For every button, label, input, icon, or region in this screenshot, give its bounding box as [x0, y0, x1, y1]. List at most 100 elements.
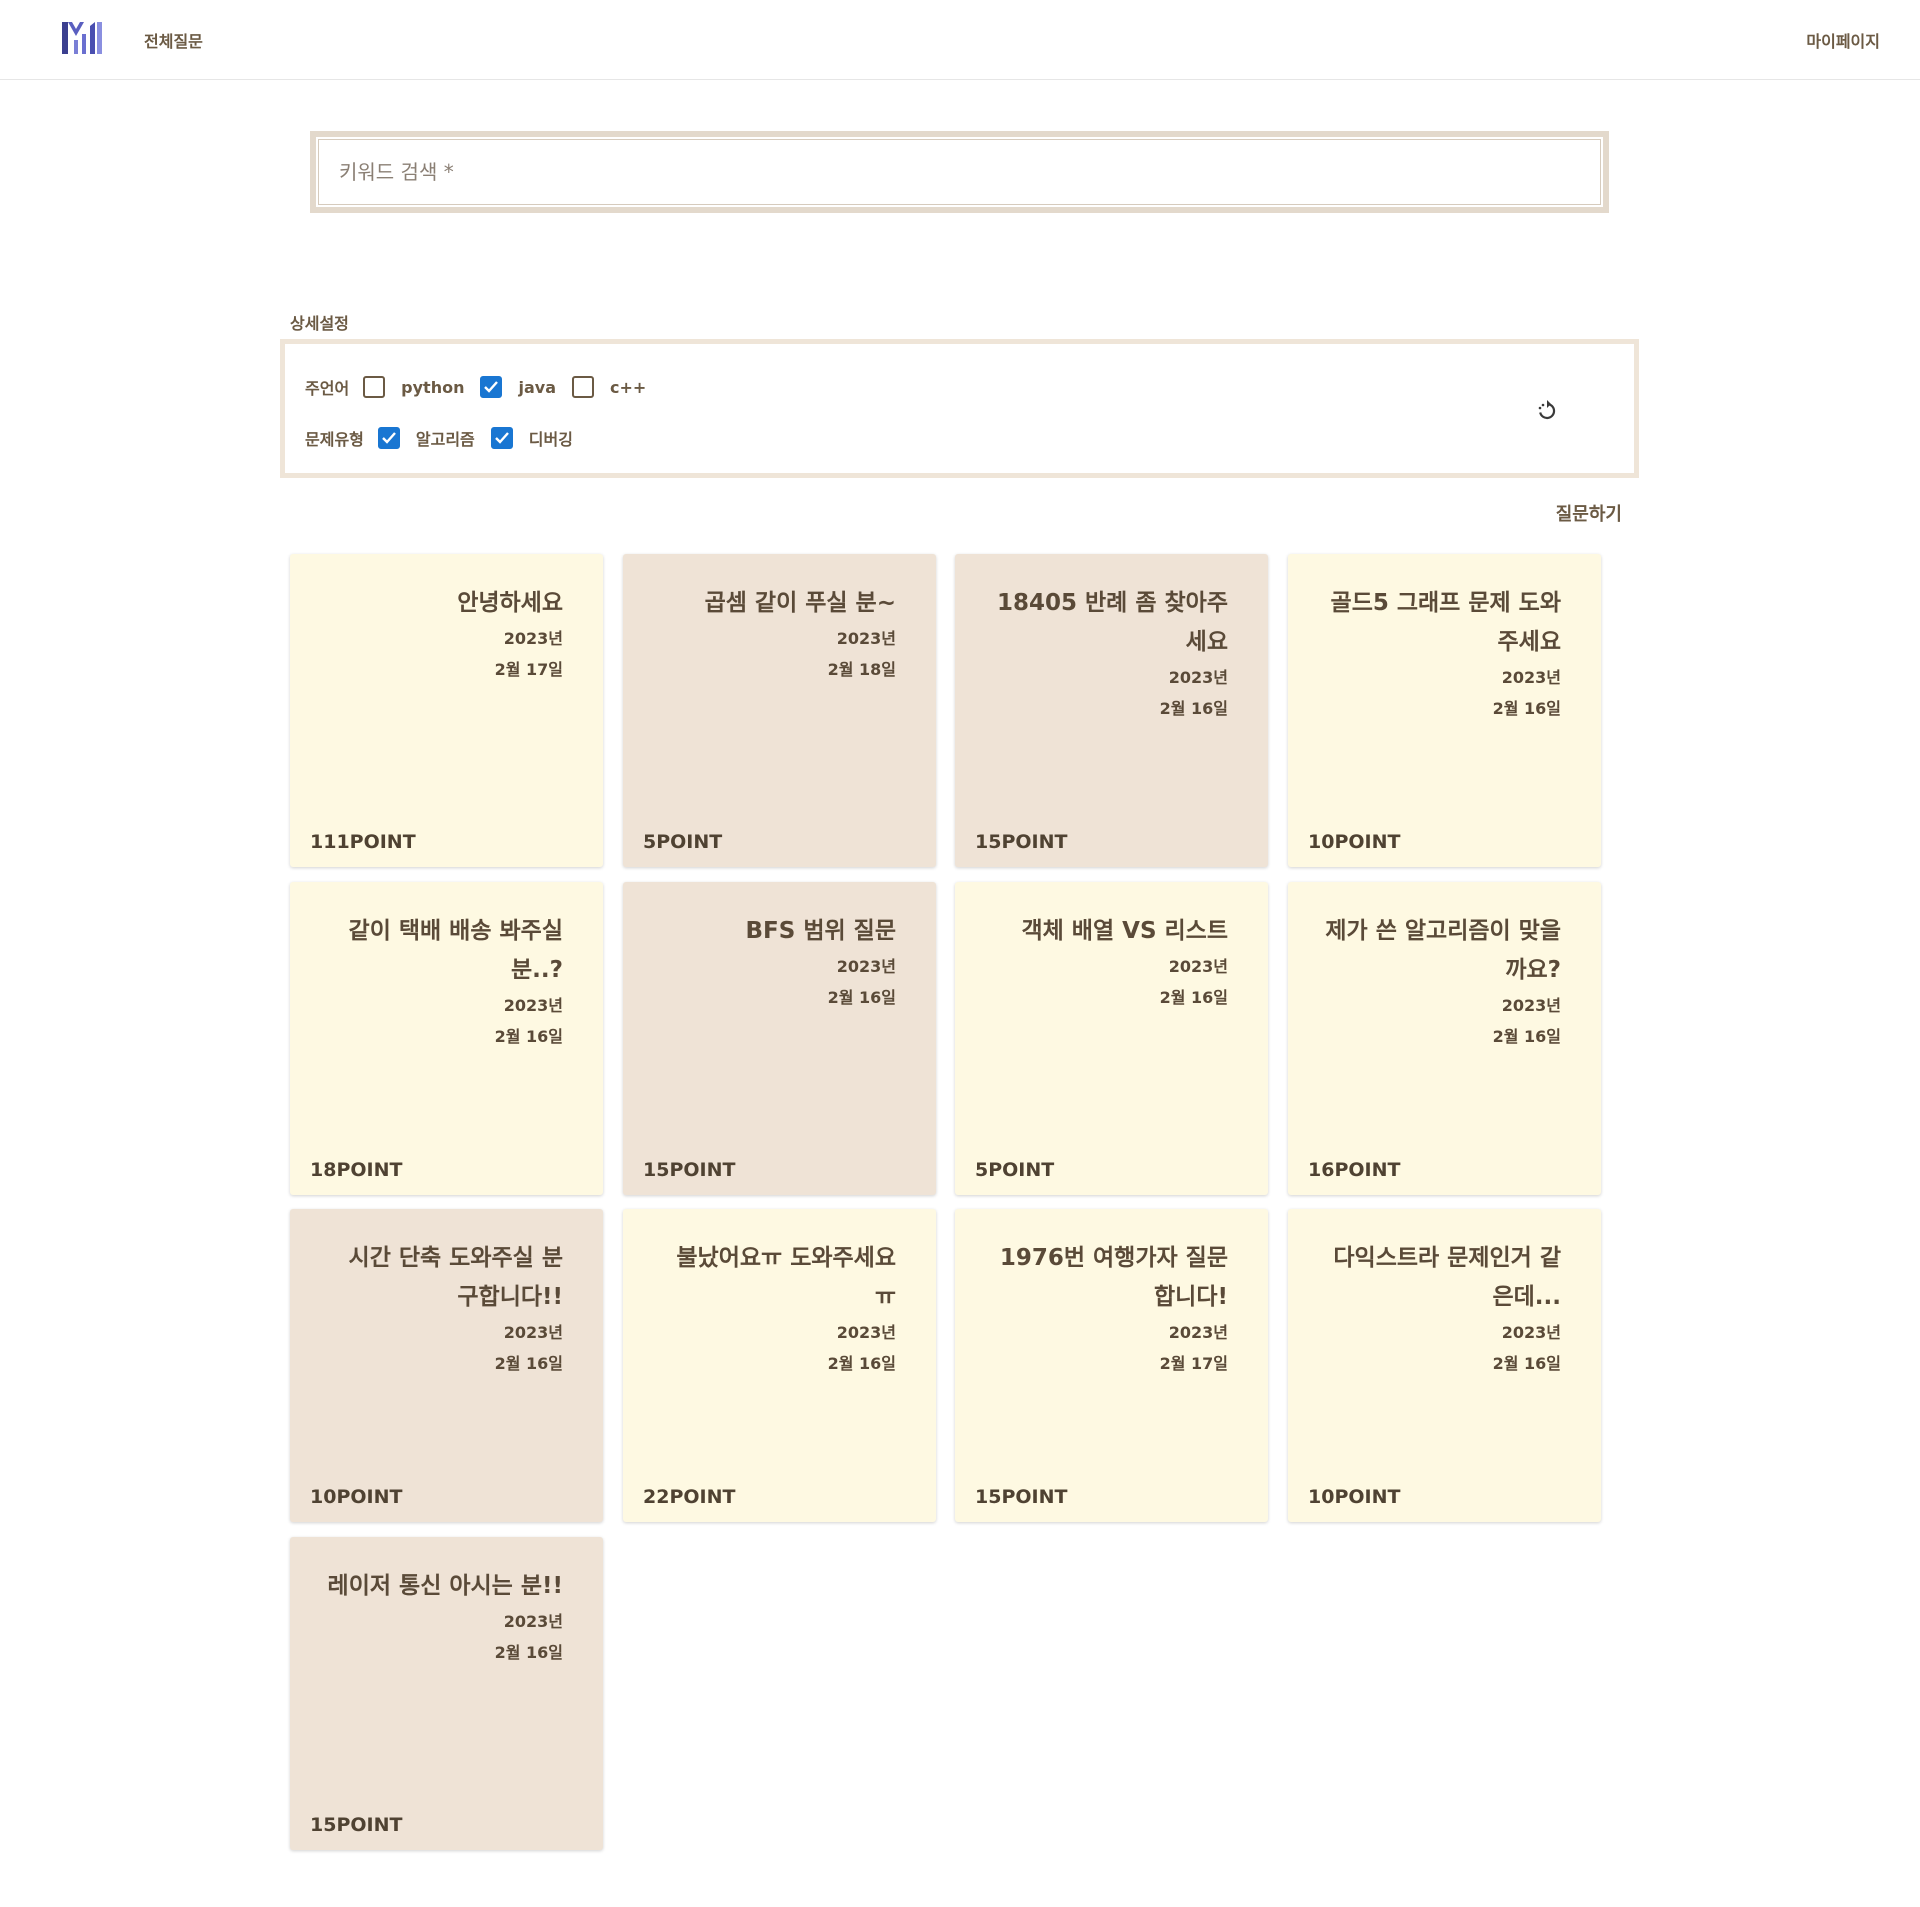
card-year: 2023년: [1501, 996, 1561, 1015]
java-label: java: [518, 377, 556, 397]
nav-all-questions[interactable]: 전체질문: [144, 28, 203, 52]
card-year: 2023년: [503, 1612, 563, 1631]
card-points: 5POINT: [643, 831, 723, 853]
search-input[interactable]: [318, 139, 1601, 205]
card-points: 10POINT: [1308, 1486, 1401, 1508]
algorithm-checkbox[interactable]: [377, 427, 400, 449]
card-title-text: 불났어요ㅠ 도와주세요ㅠ: [676, 1245, 896, 1310]
card-title: 객체 배열 VS 리스트 2023년 2월 16일: [988, 912, 1228, 1013]
card-year: 2023년: [503, 996, 563, 1015]
python-checkbox[interactable]: [363, 376, 386, 398]
card-title-text: 다익스트라 문제인거 같은데...: [1333, 1245, 1561, 1310]
card-title: 불났어요ㅠ 도와주세요ㅠ 2023년 2월 16일: [656, 1239, 896, 1379]
card-title-text: 제가 쓴 알고리즘이 맞을까요?: [1325, 918, 1561, 983]
type-filter-row: 문제유형 알고리즘 디버깅: [305, 423, 589, 453]
question-card[interactable]: 골드5 그래프 문제 도와주세요 2023년 2월 16일 10POINT: [1288, 554, 1601, 867]
card-points: 10POINT: [1308, 831, 1401, 853]
card-points: 22POINT: [643, 1486, 736, 1508]
card-title-text: 안녕하세요: [457, 590, 563, 616]
question-card[interactable]: 18405 반례 좀 찾아주세요 2023년 2월 16일 15POINT: [955, 554, 1268, 867]
debugging-checkbox[interactable]: [490, 427, 513, 449]
algorithm-label: 알고리즘: [415, 430, 475, 449]
ask-question-button[interactable]: 질문하기: [1556, 500, 1622, 526]
card-title-text: 레이저 통신 아시는 분!!: [327, 1573, 563, 1599]
question-card[interactable]: BFS 범위 질문 2023년 2월 16일 15POINT: [623, 882, 936, 1195]
card-year: 2023년: [503, 629, 563, 648]
filter-panel: 주언어 python java c++ 문제유형 알고리즘 디버깅: [280, 339, 1639, 478]
card-year: 2023년: [836, 957, 896, 976]
card-points: 18POINT: [310, 1159, 403, 1181]
card-date: 2월 16일: [1492, 1354, 1561, 1373]
card-title: 레이저 통신 아시는 분!! 2023년 2월 16일: [323, 1567, 563, 1668]
question-card[interactable]: 레이저 통신 아시는 분!! 2023년 2월 16일 15POINT: [290, 1537, 603, 1850]
check-icon: [382, 432, 396, 444]
language-filter-label: 주언어: [305, 379, 350, 398]
language-filter-row: 주언어 python java c++: [305, 372, 662, 402]
card-year: 2023년: [1501, 1323, 1561, 1342]
card-title: 골드5 그래프 문제 도와주세요 2023년 2월 16일: [1321, 584, 1561, 724]
question-card[interactable]: 시간 단축 도와주실 분 구합니다!! 2023년 2월 16일 10POINT: [290, 1209, 603, 1522]
card-year: 2023년: [836, 629, 896, 648]
card-date: 2월 16일: [494, 1643, 563, 1662]
card-year: 2023년: [1168, 668, 1228, 687]
question-card[interactable]: 제가 쓴 알고리즘이 맞을까요? 2023년 2월 16일 16POINT: [1288, 882, 1601, 1195]
question-card[interactable]: 객체 배열 VS 리스트 2023년 2월 16일 5POINT: [955, 882, 1268, 1195]
question-card[interactable]: 안녕하세요 2023년 2월 17일 111POINT: [290, 554, 603, 867]
question-card[interactable]: 같이 택배 배송 봐주실 분..? 2023년 2월 16일 18POINT: [290, 882, 603, 1195]
card-title-text: 1976번 여행가자 질문합니다!: [999, 1245, 1228, 1310]
card-date: 2월 16일: [1492, 699, 1561, 718]
question-card[interactable]: 다익스트라 문제인거 같은데... 2023년 2월 16일 10POINT: [1288, 1209, 1601, 1522]
card-date: 2월 17일: [494, 660, 563, 679]
question-card[interactable]: 곱셈 같이 푸실 분~ 2023년 2월 18일 5POINT: [623, 554, 936, 867]
card-title: 시간 단축 도와주실 분 구합니다!! 2023년 2월 16일: [323, 1239, 563, 1379]
card-date: 2월 16일: [1159, 699, 1228, 718]
card-title: BFS 범위 질문 2023년 2월 16일: [656, 912, 896, 1013]
card-title: 같이 택배 배송 봐주실 분..? 2023년 2월 16일: [323, 912, 563, 1052]
cpp-label: c++: [610, 377, 647, 397]
card-year: 2023년: [1168, 957, 1228, 976]
reset-filter-button[interactable]: [1530, 394, 1564, 428]
card-points: 16POINT: [1308, 1159, 1401, 1181]
card-date: 2월 16일: [827, 988, 896, 1007]
card-title: 안녕하세요 2023년 2월 17일: [323, 584, 563, 685]
card-title-text: 시간 단축 도와주실 분 구합니다!!: [348, 1245, 563, 1310]
top-nav-bar: 전체질문 마이페이지: [0, 0, 1920, 80]
card-points: 15POINT: [643, 1159, 736, 1181]
card-year: 2023년: [836, 1323, 896, 1342]
card-points: 15POINT: [975, 831, 1068, 853]
card-date: 2월 16일: [494, 1354, 563, 1373]
check-icon: [494, 432, 509, 444]
card-title-text: 곱셈 같이 푸실 분~: [704, 590, 896, 616]
card-points: 15POINT: [975, 1486, 1068, 1508]
card-title-text: 객체 배열 VS 리스트: [1021, 918, 1228, 944]
card-title: 1976번 여행가자 질문합니다! 2023년 2월 17일: [988, 1239, 1228, 1379]
card-year: 2023년: [1168, 1323, 1228, 1342]
python-label: python: [401, 377, 465, 397]
card-title-text: 같이 택배 배송 봐주실 분..?: [348, 918, 563, 983]
java-checkbox[interactable]: [480, 376, 503, 398]
search-box: [310, 131, 1609, 213]
type-filter-label: 문제유형: [305, 430, 364, 449]
card-year: 2023년: [503, 1323, 563, 1342]
question-card[interactable]: 불났어요ㅠ 도와주세요ㅠ 2023년 2월 16일 22POINT: [623, 1209, 936, 1522]
card-year: 2023년: [1501, 668, 1561, 687]
nav-mypage[interactable]: 마이페이지: [1806, 28, 1880, 52]
card-date: 2월 18일: [827, 660, 896, 679]
card-title-text: 골드5 그래프 문제 도와주세요: [1330, 590, 1561, 655]
card-date: 2월 16일: [494, 1027, 563, 1046]
card-date: 2월 16일: [1492, 1027, 1561, 1046]
card-title: 18405 반례 좀 찾아주세요 2023년 2월 16일: [988, 584, 1228, 724]
reset-icon: [1538, 400, 1556, 420]
question-card[interactable]: 1976번 여행가자 질문합니다! 2023년 2월 17일 15POINT: [955, 1209, 1268, 1522]
card-date: 2월 16일: [827, 1354, 896, 1373]
card-points: 5POINT: [975, 1159, 1055, 1181]
check-icon: [484, 381, 499, 393]
card-title: 제가 쓴 알고리즘이 맞을까요? 2023년 2월 16일: [1321, 912, 1561, 1052]
cpp-checkbox[interactable]: [572, 376, 594, 398]
card-date: 2월 17일: [1159, 1354, 1228, 1373]
card-points: 15POINT: [310, 1814, 403, 1836]
card-date: 2월 16일: [1159, 988, 1228, 1007]
logo-icon[interactable]: [62, 20, 102, 56]
card-title: 다익스트라 문제인거 같은데... 2023년 2월 16일: [1321, 1239, 1561, 1379]
card-points: 111POINT: [310, 831, 416, 853]
